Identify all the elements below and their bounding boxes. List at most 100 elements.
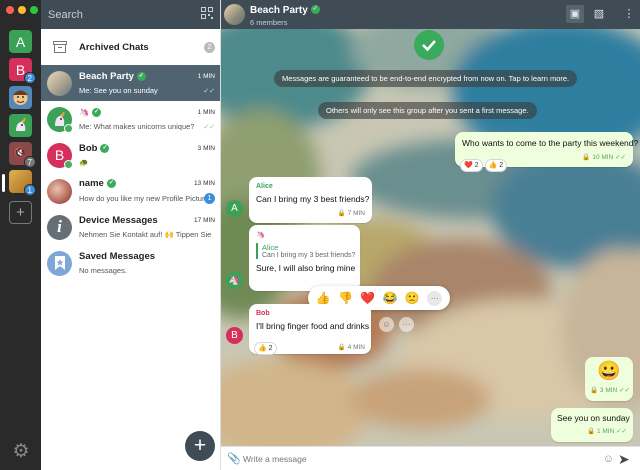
unicorn-avatar-icon: [9, 114, 32, 137]
quote-text: Can I bring my 3 best friends?: [262, 252, 356, 259]
message-bubble-incoming[interactable]: 🦄 Alice Can I bring my 3 best friends? S…: [249, 225, 360, 291]
info-glyph: i: [57, 217, 62, 236]
message-sender: Bob: [256, 310, 270, 317]
message-more-button[interactable]: ···: [399, 317, 414, 332]
reaction-chip[interactable]: ❤️ 2: [460, 158, 483, 172]
reaction-chip[interactable]: 👍 2: [484, 158, 508, 172]
chat-item-unicorn[interactable]: 🦄 ✓ 1 MIN Me: What makes unicorns unique? ✓…: [41, 101, 220, 137]
chat-preview: Nehmen Sie Kontakt auf! 🙌 Tippen Sie: [79, 230, 212, 239]
member-count: 6 members: [250, 18, 288, 27]
heart-reaction[interactable]: ❤️: [360, 291, 375, 305]
chat-view-icon[interactable]: ▣: [566, 5, 584, 23]
message-text: Who wants to come to the party this week…: [462, 138, 639, 148]
padlock-icon: 🔒: [337, 344, 346, 351]
add-account-button[interactable]: +: [9, 201, 32, 224]
sender-avatar[interactable]: B: [226, 327, 243, 344]
unicorn-emoji-icon: 🦄: [256, 232, 265, 239]
frown-reaction[interactable]: 🙁: [405, 291, 420, 305]
search-input[interactable]: Search: [48, 9, 201, 21]
zoom-window-button[interactable]: [30, 6, 38, 14]
chat-avatar: [47, 178, 72, 204]
thumbs-down-reaction[interactable]: 👎: [338, 291, 353, 305]
verified-check-icon: ✓: [106, 178, 116, 188]
archived-chats-row[interactable]: Archived Chats 2: [41, 29, 220, 65]
reaction-count: 2: [268, 344, 273, 352]
message-time: 4 MIN: [347, 344, 365, 351]
emoji-picker-icon[interactable]: ☺: [603, 453, 614, 465]
archive-box-icon: [47, 35, 72, 60]
account-a-initial: A: [9, 30, 32, 53]
unread-badge: 1: [204, 193, 215, 204]
message-bubble-incoming[interactable]: Bob I'll bring finger food and drinks 👍 …: [249, 304, 371, 355]
reaction-chip[interactable]: 👍 2: [254, 341, 277, 355]
message-time: 10 MIN: [592, 154, 614, 161]
laughing-reaction[interactable]: 😂: [383, 291, 398, 305]
message-text: See you on sunday: [557, 413, 630, 423]
chat-item-saved-messages[interactable]: Saved Messages No messages.: [41, 245, 220, 281]
face-avatar-icon: [13, 90, 28, 105]
add-reaction-smiley-icon[interactable]: ☺: [379, 317, 394, 332]
chat-item-beach-party[interactable]: Beach Party ✓ 1 MIN Me: See you on sunday ✓…: [41, 65, 220, 101]
sticker-preview-icon: 🐢: [79, 158, 89, 167]
reaction-count: 2: [499, 161, 504, 169]
archived-chats-label: Archived Chats: [79, 41, 149, 53]
account-6[interactable]: 1: [9, 170, 36, 196]
online-indicator: [64, 123, 73, 133]
account-4[interactable]: [9, 114, 32, 137]
chat-title[interactable]: Beach Party: [250, 5, 308, 16]
message-time: 3 MIN: [599, 387, 618, 394]
double-check-icon: ✓✓: [619, 387, 630, 394]
more-menu-icon[interactable]: ⋮: [623, 8, 635, 20]
chat-item-device-messages[interactable]: i Device Messages 17 MIN Nehmen Sie Konta…: [41, 209, 220, 245]
sender-avatar[interactable]: A: [226, 200, 243, 217]
message-bubble-outgoing[interactable]: Who wants to come to the party this week…: [455, 132, 639, 172]
thumbs-up-reaction[interactable]: 👍: [316, 291, 331, 305]
message-bubble-outgoing[interactable]: See you on sunday 🔒 1 MIN ✓✓: [551, 408, 633, 442]
unicorn-avatar-icon[interactable]: 🦄: [226, 272, 243, 289]
message-composer: 📎 ☺ ➤: [221, 446, 640, 470]
minimize-window-button[interactable]: [18, 6, 26, 14]
window-controls: [6, 6, 38, 14]
account-rail: A B 2 🔇 7 1 + ⚙: [0, 0, 41, 470]
account-3[interactable]: [9, 86, 32, 109]
unicorn-emoji-icon: 🦄: [79, 108, 89, 117]
qr-code-icon[interactable]: [201, 7, 213, 22]
account-5[interactable]: 🔇 7: [9, 142, 36, 168]
chat-time: 3 MIN: [197, 145, 215, 152]
group-avatar[interactable]: [224, 4, 245, 25]
new-chat-button[interactable]: +: [185, 431, 215, 461]
message-time: 1 MIN: [596, 428, 615, 435]
active-account-indicator: [2, 174, 5, 192]
chat-name: Beach Party: [79, 71, 134, 82]
bookmark-star-icon: [47, 250, 72, 276]
double-check-icon: ✓✓: [203, 123, 215, 131]
chat-header: Beach Party ✓ 6 members ▣ ▧ ⋮: [221, 0, 640, 29]
message-input[interactable]: [243, 453, 603, 464]
unread-badge: 7: [23, 156, 36, 168]
message-bubble-incoming[interactable]: Alice Can I bring my 3 best friends? 🔒 7…: [249, 177, 372, 223]
chat-item-bob[interactable]: B Bob ✓ 3 MIN 🐢: [41, 137, 220, 173]
reaction-emoji: 👍: [258, 345, 267, 352]
gallery-icon[interactable]: ▧: [593, 8, 605, 20]
online-indicator: [64, 159, 73, 169]
settings-gear-icon[interactable]: ⚙: [11, 442, 31, 462]
account-b[interactable]: B 2: [9, 58, 36, 84]
reaction-emoji: 👍: [488, 162, 498, 169]
more-reactions-button[interactable]: ···: [427, 290, 443, 306]
smiley-emoji-message: 😀: [597, 361, 621, 382]
account-avatar-image: [9, 86, 32, 109]
chat-time: 1 MIN: [197, 73, 215, 80]
chat-preview: Me: See you on sunday: [79, 86, 158, 95]
chat-item-name[interactable]: name ✓ 13 MIN How do you like my new Profi…: [41, 173, 220, 209]
message-time: 7 MIN: [347, 210, 365, 217]
message-text: Sure, I will also bring mine: [256, 263, 356, 273]
close-window-button[interactable]: [6, 6, 14, 14]
message-bubble-outgoing[interactable]: 😀 🔒 3 MIN ✓✓: [585, 357, 633, 401]
message-sender: Alice: [256, 183, 273, 190]
attachment-paperclip-icon[interactable]: 📎: [227, 452, 243, 465]
send-icon[interactable]: ➤: [618, 451, 634, 467]
chat-time: 13 MIN: [194, 180, 215, 187]
account-a[interactable]: A: [9, 30, 32, 53]
encryption-info-message[interactable]: Messages are guaranteed to be end-to-end…: [274, 70, 578, 87]
quoted-message[interactable]: Alice Can I bring my 3 best friends?: [256, 243, 356, 259]
